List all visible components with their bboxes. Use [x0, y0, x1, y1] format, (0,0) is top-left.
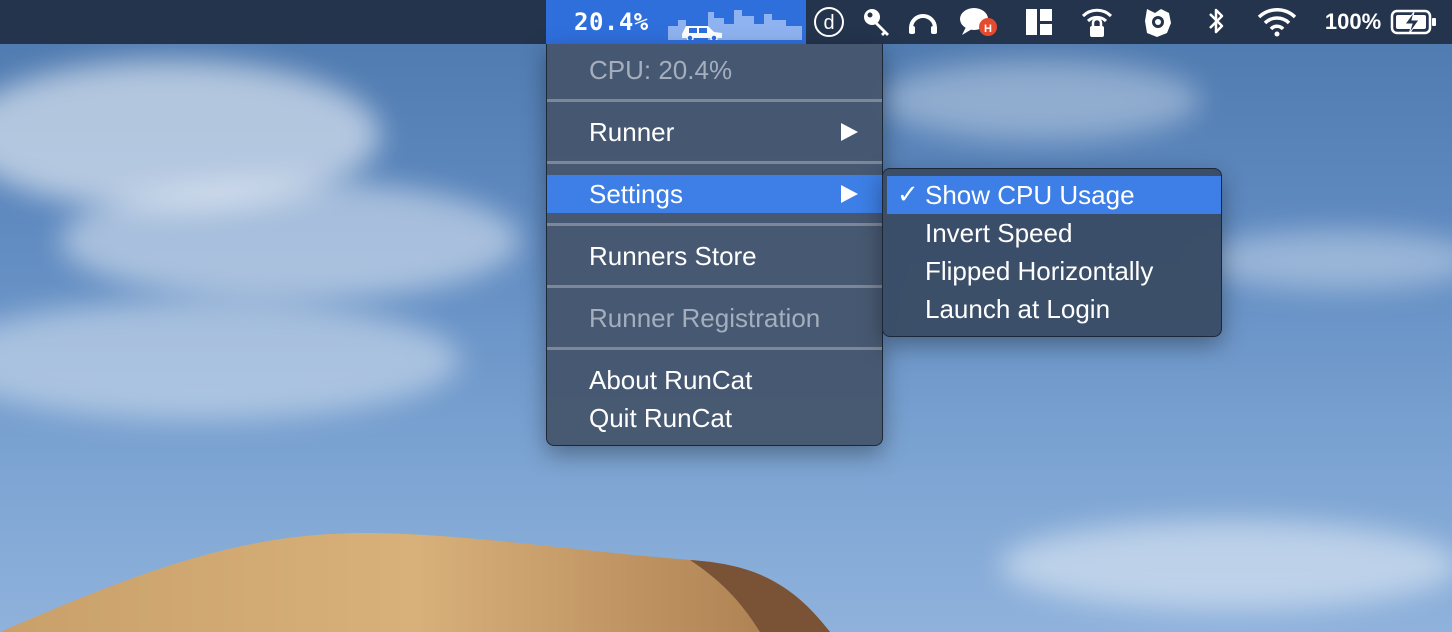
menu-item-quit[interactable]: Quit RunCat: [547, 399, 882, 437]
svg-text:H: H: [984, 23, 992, 35]
cpu-usage-label: CPU: 20.4%: [589, 54, 733, 85]
settings-label: Settings: [589, 178, 683, 209]
cloud: [1200, 230, 1452, 290]
menu-separator: [547, 347, 882, 350]
dash-d-icon[interactable]: d: [812, 0, 846, 44]
menu-separator: [547, 223, 882, 226]
bluetooth-icon[interactable]: [1202, 0, 1230, 44]
flipped-horizontally-label: Flipped Horizontally: [925, 255, 1154, 286]
submenu-item-show-cpu-usage[interactable]: ✓ Show CPU Usage: [887, 176, 1221, 214]
menu-item-runner-registration: Runner Registration: [547, 299, 882, 337]
menu-item-about[interactable]: About RunCat: [547, 361, 882, 399]
battery-charging-icon[interactable]: [1388, 0, 1440, 44]
menu-item-runners-store[interactable]: Runners Store: [547, 237, 882, 275]
layout-icon[interactable]: [1022, 0, 1056, 44]
submenu-arrow-icon: [841, 123, 858, 141]
runcat-cpu-percent: 20.4%: [574, 8, 649, 36]
virus-shield-icon[interactable]: [1140, 0, 1176, 44]
submenu-item-launch-at-login[interactable]: Launch at Login: [887, 290, 1221, 328]
submenu-item-invert-speed[interactable]: Invert Speed: [887, 214, 1221, 252]
headphones-icon[interactable]: [906, 0, 940, 44]
menu-separator: [547, 285, 882, 288]
runner-registration-label: Runner Registration: [589, 302, 821, 333]
submenu-item-flipped-horizontally[interactable]: Flipped Horizontally: [887, 252, 1221, 290]
menu-separator: [547, 161, 882, 164]
cloud: [0, 300, 460, 420]
runner-label: Runner: [589, 116, 675, 147]
quit-label: Quit RunCat: [589, 402, 733, 433]
runcat-dropdown-menu: CPU: 20.4% Runner Settings Runners Store…: [546, 44, 883, 446]
cloud: [880, 60, 1200, 140]
runners-store-label: Runners Store: [589, 240, 757, 271]
menu-bar: 20.4% d H 100%: [0, 0, 1452, 44]
runcat-status-item[interactable]: 20.4%: [546, 0, 806, 44]
menu-item-runner[interactable]: Runner: [547, 113, 882, 151]
lock-wifi-icon[interactable]: [1080, 0, 1114, 44]
menu-separator: [547, 99, 882, 102]
menu-item-settings[interactable]: Settings: [547, 175, 882, 213]
key-icon[interactable]: [860, 0, 894, 44]
chat-bubble-icon[interactable]: H: [958, 0, 998, 44]
runner-car-city-icon: [668, 10, 802, 40]
cpu-usage-item: CPU: 20.4%: [547, 51, 882, 89]
show-cpu-usage-label: Show CPU Usage: [925, 179, 1135, 210]
submenu-arrow-icon: [841, 185, 858, 203]
settings-submenu: ✓ Show CPU Usage Invert Speed Flipped Ho…: [882, 168, 1222, 337]
cloud: [60, 180, 520, 300]
sand-dune: [0, 532, 830, 632]
about-label: About RunCat: [589, 364, 753, 395]
launch-at-login-label: Launch at Login: [925, 293, 1111, 324]
checkmark-icon: ✓: [897, 180, 919, 210]
battery-percent[interactable]: 100%: [1318, 0, 1388, 44]
svg-text:d: d: [823, 12, 834, 34]
wifi-icon[interactable]: [1256, 0, 1298, 44]
invert-speed-label: Invert Speed: [925, 217, 1073, 248]
